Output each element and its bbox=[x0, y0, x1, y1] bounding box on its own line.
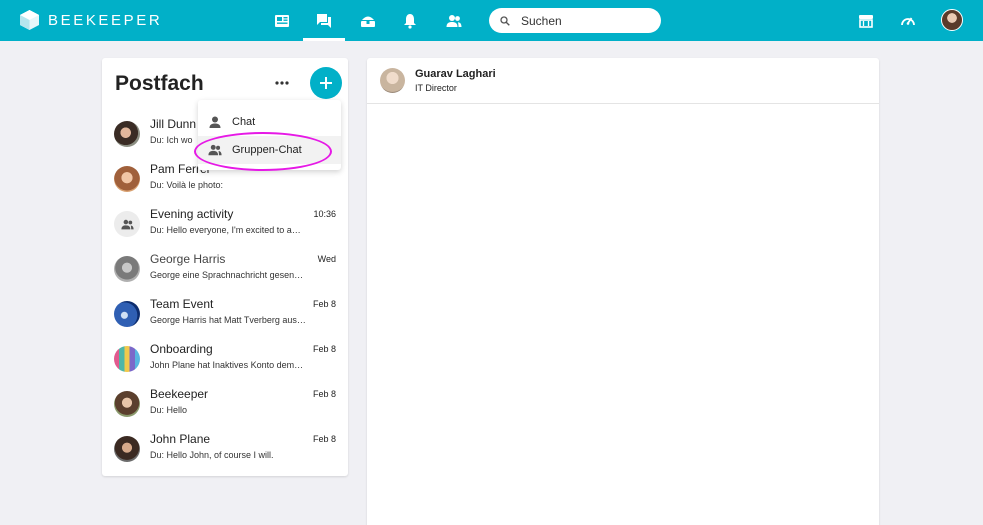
contact-role: IT Director bbox=[415, 83, 457, 93]
conversation-name: Beekeeper bbox=[150, 387, 209, 401]
conversation-item[interactable]: Team Event Feb 8 George Harris hat Matt … bbox=[102, 295, 348, 340]
conversation-item[interactable]: George Harris Wed George eine Sprachnach… bbox=[102, 250, 348, 295]
plus-icon bbox=[320, 77, 332, 89]
top-bar: BEEKEEPER bbox=[0, 0, 983, 41]
newsfeed-icon bbox=[275, 14, 289, 27]
search-icon bbox=[500, 15, 510, 26]
person-avatar bbox=[114, 166, 140, 192]
menu-item-group-chat[interactable]: Gruppen-Chat bbox=[198, 136, 341, 164]
inbox-title: Postfach bbox=[115, 72, 204, 95]
store-button[interactable] bbox=[850, 0, 882, 41]
contact-name[interactable]: Guarav Laghari bbox=[415, 68, 496, 80]
search-input[interactable] bbox=[521, 13, 651, 28]
nav-newsfeed[interactable] bbox=[261, 0, 303, 41]
conversation-preview: Du: Hello everyone, I'm excited to a… bbox=[150, 225, 301, 235]
conversation-preview: Du: Hello bbox=[150, 405, 188, 415]
conversation-time: Feb 8 bbox=[312, 344, 336, 354]
group-icon bbox=[114, 211, 140, 237]
new-conversation-menu: Chat Gruppen-Chat bbox=[198, 100, 341, 170]
person-avatar bbox=[114, 121, 140, 147]
contact-avatar[interactable] bbox=[380, 68, 405, 93]
person-avatar bbox=[114, 436, 140, 462]
chat-bubbles-icon bbox=[317, 13, 331, 28]
menu-item-label: Gruppen-Chat bbox=[232, 144, 302, 156]
conversation-name: George Harris bbox=[150, 252, 226, 266]
conversation-name: John Plane bbox=[150, 432, 211, 446]
conversation-preview: George Harris hat Matt Tverberg aus… bbox=[150, 315, 306, 325]
conversation-time: Feb 8 bbox=[312, 389, 336, 399]
group-avatar bbox=[114, 301, 140, 327]
conversation-item[interactable]: John Plane Feb 8 Du: Hello John, of cour… bbox=[102, 430, 348, 475]
conversation-name: Evening activity bbox=[150, 207, 234, 221]
person-avatar bbox=[114, 391, 140, 417]
conversation-item[interactable]: Evening activity 10:36 Du: Hello everyon… bbox=[102, 205, 348, 250]
conversation-time: Feb 8 bbox=[312, 299, 336, 309]
people-icon bbox=[446, 14, 462, 27]
beekeeper-logo[interactable]: BEEKEEPER bbox=[20, 10, 162, 30]
conversation-time: Wed bbox=[317, 254, 336, 264]
store-icon bbox=[859, 14, 873, 28]
conversation-preview: Du: Hello John, of course I will. bbox=[150, 450, 274, 460]
conversation-preview: George eine Sprachnachricht gesen… bbox=[150, 270, 304, 280]
person-icon bbox=[209, 116, 221, 128]
conversation-name: Onboarding bbox=[150, 342, 213, 356]
user-avatar[interactable] bbox=[941, 9, 963, 31]
nav-notifications[interactable] bbox=[389, 0, 431, 41]
search-bar[interactable] bbox=[489, 8, 661, 33]
menu-item-label: Chat bbox=[232, 116, 256, 128]
conversation-time: 10:36 bbox=[313, 209, 336, 219]
group-icon bbox=[208, 144, 222, 156]
conversation-name: Jill Dunn bbox=[150, 117, 197, 131]
chat-panel: Guarav Laghari IT Director bbox=[367, 58, 879, 525]
beekeeper-logo-icon bbox=[20, 10, 39, 30]
nav-chats[interactable] bbox=[303, 0, 345, 41]
dashboard-button[interactable] bbox=[892, 0, 924, 41]
menu-item-chat[interactable]: Chat bbox=[198, 108, 341, 136]
conversation-name: Team Event bbox=[150, 297, 214, 311]
more-dots-icon bbox=[275, 81, 289, 85]
chat-header: Guarav Laghari IT Director bbox=[367, 58, 879, 104]
new-conversation-button[interactable] bbox=[310, 67, 342, 99]
nav-people[interactable] bbox=[433, 0, 475, 41]
person-avatar bbox=[114, 256, 140, 282]
conversation-preview: John Plane hat Inaktives Konto dem… bbox=[150, 360, 304, 370]
conversation-preview: Du: Voilà le photo: bbox=[150, 180, 224, 190]
conversation-item[interactable]: Beekeeper Feb 8 Du: Hello bbox=[102, 385, 348, 430]
nav-apps[interactable] bbox=[347, 0, 389, 41]
conversation-time: Feb 8 bbox=[312, 434, 336, 444]
dashboard-gauge-icon bbox=[901, 16, 915, 25]
group-avatar bbox=[114, 346, 140, 372]
apps-icon bbox=[361, 16, 375, 27]
more-options-button[interactable] bbox=[271, 73, 293, 93]
brand-name: BEEKEEPER bbox=[48, 11, 163, 29]
bell-icon bbox=[404, 13, 416, 29]
conversation-item[interactable]: Onboarding Feb 8 John Plane hat Inaktive… bbox=[102, 340, 348, 385]
